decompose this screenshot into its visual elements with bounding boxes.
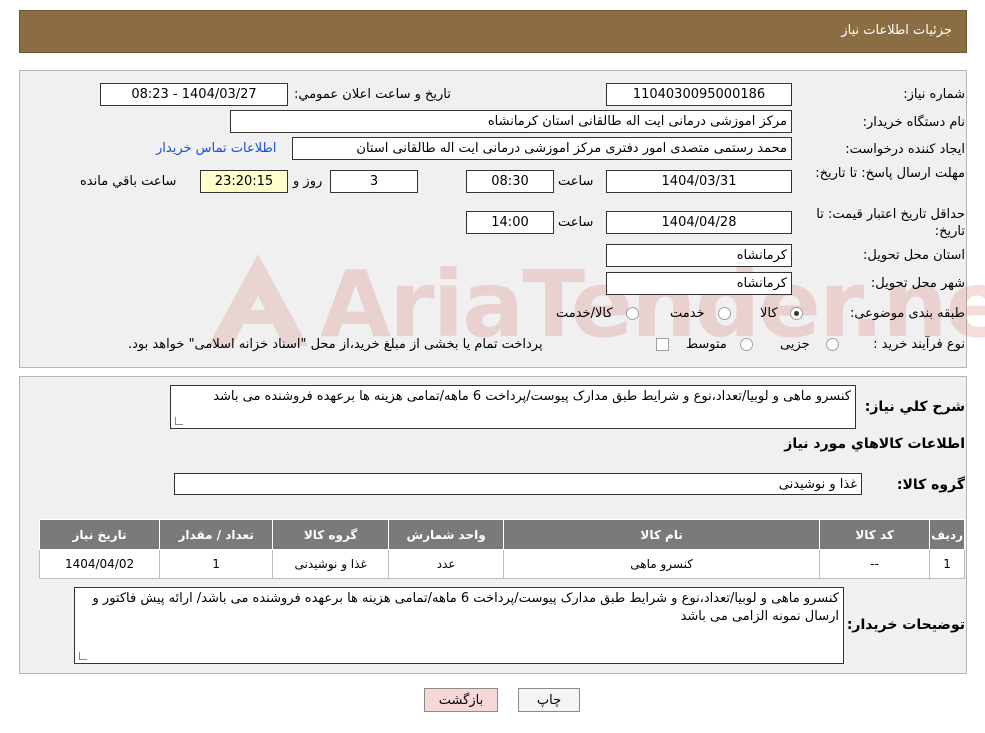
col-code: کد کالا [819, 519, 931, 550]
category-option-goods-service: کالا/خدمت [556, 306, 613, 321]
remaining-label: ساعت باقي مانده [80, 174, 177, 189]
validity-date-field: 1404/04/28 [606, 211, 792, 234]
cell-unit: عدد [388, 549, 505, 579]
category-option-service: خدمت [670, 306, 705, 321]
back-button[interactable]: بازگشت [424, 688, 498, 712]
reply-time-field: 08:30 [466, 170, 554, 193]
delivery-province-label: استان محل تحویل: [863, 248, 965, 263]
page-header: جزئیات اطلاعات نیاز [19, 10, 967, 53]
print-button[interactable]: چاپ [518, 688, 580, 712]
purchase-type-label: نوع فرآیند خرید : [873, 337, 965, 352]
col-name: نام کالا [503, 519, 821, 550]
buyer-contact-link[interactable]: اطلاعات تماس خریدار [156, 141, 276, 156]
price-validity-label: حداقل تاریخ اعتبار قیمت: تا تاریخ: [816, 207, 965, 239]
col-group: گروه کالا [272, 519, 390, 550]
category-radio-service[interactable] [718, 307, 731, 320]
remaining-time-field: 23:20:15 [200, 170, 288, 193]
table-row: 1 -- کنسرو ماهی عدد غذا و نوشیدنی 1 1404… [38, 549, 965, 579]
buyer-notes-label: توضیحات خریدار: [846, 617, 965, 633]
goods-table: ردیف کد کالا نام کالا واحد شمارش گروه کا… [38, 519, 965, 579]
category-radio-goods[interactable] [790, 307, 803, 320]
cell-code: -- [819, 549, 931, 579]
treasury-payment-note: پرداخت تمام یا بخشی از مبلغ خرید،از محل … [128, 337, 543, 352]
goods-info-heading: اطلاعات کالاهاي مورد نیاز [784, 436, 965, 452]
purchase-radio-medium[interactable] [740, 338, 753, 351]
delivery-city-label: شهر محل تحویل: [870, 276, 965, 291]
reply-time-label: ساعت [558, 174, 594, 189]
purchase-radio-minor[interactable] [826, 338, 839, 351]
buyer-notes-field: کنسرو ماهی و لوبیا/تعداد،نوع و شرایط طبق… [74, 587, 844, 664]
reply-days-field: 3 [330, 170, 418, 193]
reply-date-field: 1404/03/31 [606, 170, 792, 193]
cell-date: 1404/04/02 [38, 549, 161, 579]
announce-datetime-label: تاریخ و ساعت اعلان عمومي: [294, 87, 451, 102]
cell-row: 1 [929, 549, 965, 579]
col-date: تاریخ نیاز [38, 519, 161, 550]
page-title: جزئیات اطلاعات نیاز [841, 23, 952, 38]
delivery-province-field: کرمانشاه [606, 244, 792, 267]
purchase-option-minor: جزیی [780, 337, 810, 352]
day-and-label: روز و [293, 174, 323, 189]
cell-name: کنسرو ماهی [503, 549, 821, 579]
general-desc-field: کنسرو ماهی و لوبیا/تعداد،نوع و شرایط طبق… [170, 385, 856, 429]
cell-qty: 1 [159, 549, 274, 579]
buyer-org-field: مرکز اموزشی درمانی ایت اله طالقانی استان… [230, 110, 792, 133]
table-header-row: ردیف کد کالا نام کالا واحد شمارش گروه کا… [38, 519, 965, 550]
buyer-org-label: نام دستگاه خریدار: [862, 115, 965, 130]
need-number-label: شماره نیاز: [903, 87, 965, 102]
col-qty: تعداد / مقدار [159, 519, 274, 550]
cell-group: غذا و نوشیدنی [272, 549, 390, 579]
requester-field: محمد رستمی متصدی امور دفتری مرکز اموزشی … [292, 137, 792, 160]
need-number-field: 1104030095000186 [606, 83, 792, 106]
validity-time-field: 14:00 [466, 211, 554, 234]
category-option-goods: کالا [760, 306, 778, 321]
subject-category-label: طبقه بندی موضوعی: [849, 306, 965, 321]
treasury-payment-checkbox[interactable] [656, 338, 669, 351]
requester-label: ایجاد کننده درخواست: [845, 142, 965, 157]
col-row: ردیف [929, 519, 965, 550]
validity-time-label: ساعت [558, 215, 594, 230]
reply-deadline-label: مهلت ارسال پاسخ: تا تاریخ: [815, 166, 965, 181]
goods-group-label: گروه کالا: [896, 477, 965, 493]
announce-datetime-field: 1404/03/27 - 08:23 [100, 83, 288, 106]
purchase-option-medium: متوسط [686, 337, 727, 352]
col-unit: واحد شمارش [388, 519, 505, 550]
category-radio-goods-service[interactable] [626, 307, 639, 320]
general-desc-label: شرح کلي نیاز: [864, 399, 965, 415]
delivery-city-field: کرمانشاه [606, 272, 792, 295]
resize-grip-icon [175, 417, 183, 425]
resize-grip-icon [79, 652, 87, 660]
goods-group-field: غذا و نوشیدنی [174, 473, 862, 495]
